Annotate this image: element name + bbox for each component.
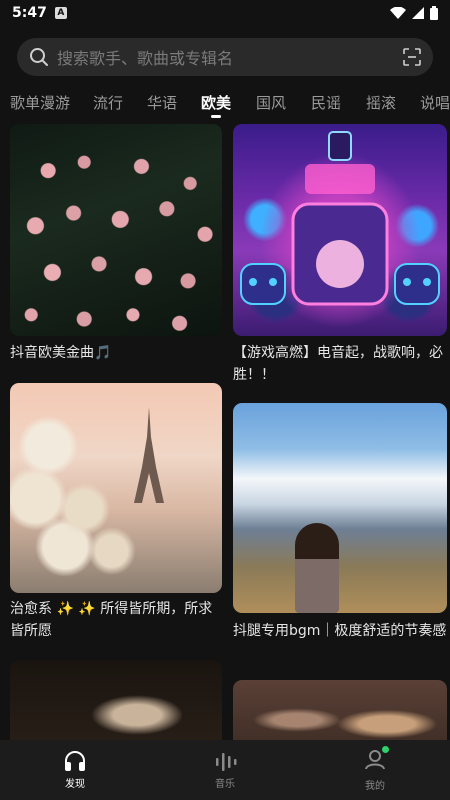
status-icons xyxy=(390,6,438,20)
playlist-title-1[interactable]: 抖音欧美金曲🎵 xyxy=(10,342,222,364)
notification-badge: A xyxy=(54,7,67,19)
robot-illustration xyxy=(240,131,440,306)
woman-figure xyxy=(295,523,339,613)
scan-icon[interactable] xyxy=(403,48,421,66)
tab-minyao[interactable]: 民谣 xyxy=(311,90,341,120)
tab-gedan-manyou[interactable]: 歌单漫游 xyxy=(10,90,70,120)
tab-guofeng[interactable]: 国风 xyxy=(256,90,286,120)
nav-music-label: 音乐 xyxy=(215,779,235,790)
bottom-nav: 发现 音乐 我的 xyxy=(0,740,450,800)
profile-icon-wrap xyxy=(364,746,389,774)
nav-mine[interactable]: 我的 xyxy=(300,740,450,800)
tab-yaogun[interactable]: 摇滚 xyxy=(366,90,396,120)
battery-icon xyxy=(430,6,438,20)
status-time: 5:47 xyxy=(12,5,47,21)
notification-dot xyxy=(382,746,389,753)
search-icon xyxy=(30,48,48,66)
eiffel-tower-illustration xyxy=(134,407,164,503)
playlist-title-3[interactable]: 治愈系 ✨ ✨ 所得皆所期，所求皆所愿 xyxy=(10,598,222,642)
tab-huayu[interactable]: 华语 xyxy=(147,90,177,120)
playlist-title-4[interactable]: 抖腿专用bgm｜极度舒适的节奏感 xyxy=(233,620,447,642)
wifi-icon xyxy=(390,7,406,19)
playlist-title-2[interactable]: 【游戏高燃】电音起，战歌响，必胜！！ xyxy=(233,342,447,386)
tab-liuxing[interactable]: 流行 xyxy=(93,90,123,120)
playlist-cover-4[interactable] xyxy=(233,403,447,613)
playlist-cover-3[interactable] xyxy=(10,383,222,593)
signal-icon xyxy=(412,7,424,19)
nav-discover-label: 发现 xyxy=(65,779,85,790)
tab-oumei[interactable]: 欧美 xyxy=(201,90,231,120)
nav-music[interactable]: 音乐 xyxy=(150,740,300,800)
playlist-cover-1[interactable] xyxy=(10,124,222,336)
tab-shuochang[interactable]: 说唱 xyxy=(420,90,450,120)
status-bar: 5:47 A xyxy=(0,0,450,26)
search-bar[interactable]: 搜索歌手、歌曲或专辑名 xyxy=(17,38,433,76)
search-input[interactable]: 搜索歌手、歌曲或专辑名 xyxy=(57,45,403,69)
category-tabs: 歌单漫游 流行 华语 欧美 国风 民谣 摇滚 说唱 xyxy=(0,90,450,120)
playlist-cover-2[interactable] xyxy=(233,124,447,336)
nav-mine-label: 我的 xyxy=(365,781,385,792)
music-bars-icon xyxy=(216,753,237,771)
headphones-icon xyxy=(65,751,85,771)
nav-discover[interactable]: 发现 xyxy=(0,740,150,800)
